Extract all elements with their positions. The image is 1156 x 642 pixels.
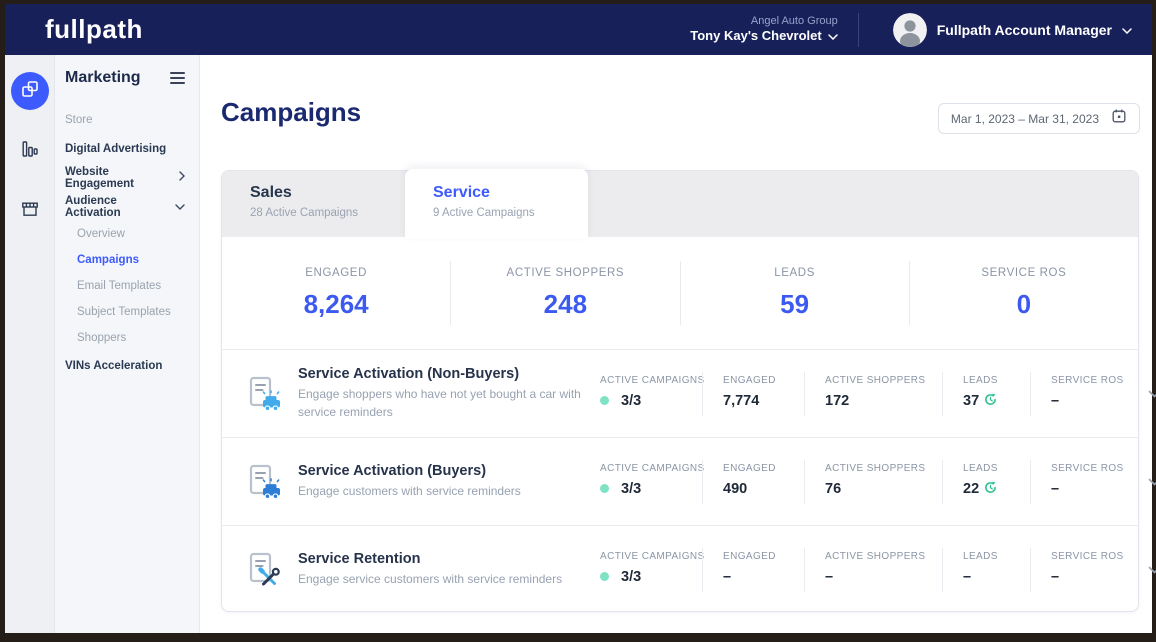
row-stat-leads: LEADS 37 — [942, 372, 1030, 416]
date-range-value: Mar 1, 2023 – Mar 31, 2023 — [951, 112, 1099, 126]
tab-bar: Sales 28 Active Campaigns Service 9 Acti… — [222, 171, 1138, 237]
chevron-right-icon — [179, 171, 185, 184]
expand-row-chevron-icon[interactable] — [1142, 467, 1156, 497]
active-status-dot — [600, 572, 609, 581]
date-range-picker[interactable]: Mar 1, 2023 – Mar 31, 2023 — [938, 103, 1140, 134]
campaign-row-service-activation-non-buyers: Service Activation (Non-Buyers) Engage s… — [222, 349, 1138, 437]
row-stat-active-shoppers: ACTIVE SHOPPERS 76 — [804, 460, 942, 504]
chevron-down-icon — [1122, 21, 1132, 39]
sidebar-item-subject-templates[interactable]: Subject Templates — [65, 299, 191, 325]
sidebar-item-vins-acceleration[interactable]: VINs Acceleration — [65, 351, 191, 380]
row-stat-active-campaigns: ACTIVE CAMPAIGNS 3/3 — [600, 548, 702, 592]
expand-row-chevron-icon[interactable] — [1142, 379, 1156, 409]
row-stat-active-campaigns: ACTIVE CAMPAIGNS 3/3 — [600, 372, 702, 416]
stat-leads: LEADS 59 — [681, 267, 909, 320]
row-stat-service-ros: SERVICE ROS – — [1030, 548, 1142, 592]
active-status-dot — [600, 396, 609, 405]
leads-refresh-icon — [984, 393, 997, 410]
expand-row-chevron-icon[interactable] — [1142, 555, 1156, 585]
campaign-description: Engage shoppers who have not yet bought … — [298, 386, 586, 421]
storefront-icon — [20, 199, 40, 224]
org-group-label: Angel Auto Group — [690, 15, 837, 29]
sidebar-item-shoppers[interactable]: Shoppers — [65, 325, 191, 351]
leads-refresh-icon — [984, 481, 997, 498]
row-stat-service-ros: SERVICE ROS – — [1030, 372, 1142, 416]
icon-rail — [5, 55, 55, 633]
row-stat-active-shoppers: ACTIVE SHOPPERS 172 — [804, 372, 942, 416]
page-title: Campaigns — [221, 97, 361, 128]
sidebar-item-digital-advertising[interactable]: Digital Advertising — [65, 134, 191, 163]
chevron-down-icon — [828, 28, 838, 44]
sidebar-item-overview[interactable]: Overview — [65, 221, 191, 247]
campaign-title: Service Activation (Buyers) — [298, 463, 521, 479]
campaigns-card: Sales 28 Active Campaigns Service 9 Acti… — [221, 170, 1139, 612]
row-stat-engaged: ENGAGED 490 — [702, 460, 804, 504]
fullpath-logo[interactable]: fullpath — [45, 14, 143, 45]
hamburger-menu-icon[interactable] — [168, 70, 187, 86]
campaign-description: Engage customers with service reminders — [298, 483, 521, 500]
topbar-divider — [858, 13, 859, 47]
active-status-dot — [600, 484, 609, 493]
document-tools-icon — [244, 550, 284, 590]
sidebar-item-campaigns[interactable]: Campaigns — [65, 247, 191, 273]
row-stat-engaged: ENGAGED – — [702, 548, 804, 592]
sidebar-item-store[interactable]: Store — [65, 105, 191, 134]
sidebar-item-email-templates[interactable]: Email Templates — [65, 273, 191, 299]
document-car-icon — [244, 374, 284, 414]
row-stat-active-shoppers: ACTIVE SHOPPERS – — [804, 548, 942, 592]
campaign-title: Service Activation (Non-Buyers) — [298, 366, 586, 382]
analytics-rail-button[interactable] — [11, 132, 49, 170]
row-stat-leads: LEADS 22 — [942, 460, 1030, 504]
row-stat-engaged: ENGAGED 7,774 — [702, 372, 804, 416]
calendar-icon — [1111, 108, 1127, 129]
store-switcher[interactable]: Angel Auto Group Tony Kay's Chevrolet — [690, 15, 837, 45]
row-stat-service-ros: SERVICE ROS – — [1030, 460, 1142, 504]
sidebar-title: Marketing — [65, 69, 141, 87]
stat-active-shoppers: ACTIVE SHOPPERS 248 — [451, 267, 679, 320]
tab-sales[interactable]: Sales 28 Active Campaigns — [222, 171, 405, 237]
tab-service[interactable]: Service 9 Active Campaigns — [405, 169, 588, 239]
avatar — [893, 13, 927, 47]
sidebar: Marketing Store Digital Advertising Webs… — [55, 55, 200, 633]
overlapping-squares-icon — [20, 79, 40, 104]
main-content: Campaigns Mar 1, 2023 – Mar 31, 2023 Sal… — [200, 55, 1152, 633]
campaign-title: Service Retention — [298, 551, 562, 567]
campaign-description: Engage service customers with service re… — [298, 571, 562, 588]
bar-chart-icon — [20, 139, 40, 164]
row-stat-active-campaigns: ACTIVE CAMPAIGNS 3/3 — [600, 460, 702, 504]
stat-engaged: ENGAGED 8,264 — [222, 267, 450, 320]
user-name-label: Fullpath Account Manager — [937, 22, 1112, 38]
sidebar-item-audience-activation[interactable]: Audience Activation — [65, 192, 191, 221]
stat-service-ros: SERVICE ROS 0 — [910, 267, 1138, 320]
document-car-icon — [244, 462, 284, 502]
store-name-label: Tony Kay's Chevrolet — [690, 28, 821, 44]
campaign-row-service-activation-buyers: Service Activation (Buyers) Engage custo… — [222, 437, 1138, 525]
store-rail-button[interactable] — [11, 192, 49, 230]
summary-stats: ENGAGED 8,264 ACTIVE SHOPPERS 248 LEADS … — [222, 237, 1138, 349]
chevron-down-icon — [175, 201, 185, 213]
app-window: fullpath Angel Auto Group Tony Kay's Che… — [5, 4, 1152, 633]
user-menu[interactable]: Fullpath Account Manager — [893, 13, 1132, 47]
row-stat-leads: LEADS – — [942, 548, 1030, 592]
topbar: fullpath Angel Auto Group Tony Kay's Che… — [5, 4, 1152, 55]
audience-activation-rail-button[interactable] — [11, 72, 49, 110]
sidebar-item-website-engagement[interactable]: Website Engagement — [65, 163, 191, 192]
campaign-row-service-retention: Service Retention Engage service custome… — [222, 525, 1138, 613]
